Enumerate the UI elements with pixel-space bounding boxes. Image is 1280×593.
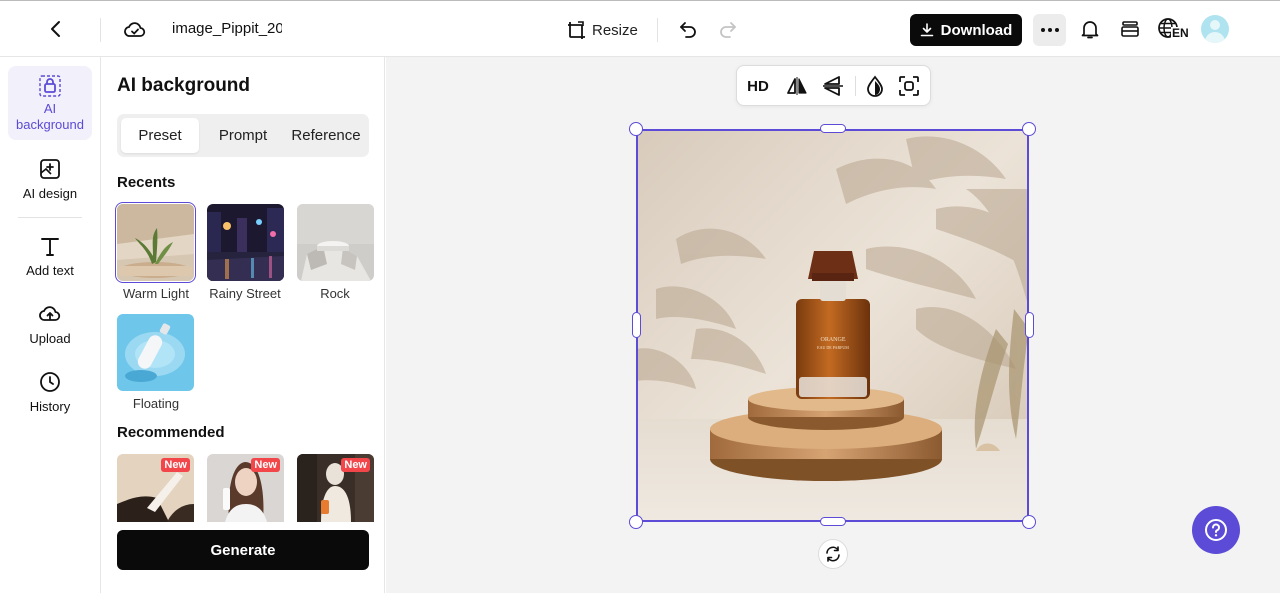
preset-label: Rock: [320, 286, 350, 301]
rail-item-upload[interactable]: Upload: [8, 302, 92, 352]
new-badge: New: [341, 458, 370, 472]
download-label: Download: [940, 21, 1013, 39]
rail-item-label: History: [29, 399, 71, 414]
help-question-icon: [1205, 519, 1227, 541]
preset-tabs: Preset Prompt Reference: [117, 114, 369, 157]
recommended-heading: Recommended: [117, 424, 225, 441]
undo-button[interactable]: [676, 17, 700, 41]
avatar-body: [1205, 32, 1225, 43]
rail-item-label: Upload: [29, 331, 71, 346]
rail-divider: [18, 217, 82, 218]
rail-item-ai-design[interactable]: AI design: [8, 157, 92, 207]
flip-vertical-icon: [823, 76, 843, 96]
generate-button[interactable]: Generate: [117, 530, 369, 570]
preset-warm-light[interactable]: [115, 202, 196, 283]
focus-frame-icon: [899, 76, 919, 96]
cloud-upload-icon: [39, 306, 61, 321]
ai-design-icon: [40, 159, 60, 179]
divider: [100, 18, 101, 42]
chevron-left-icon: [51, 21, 60, 37]
more-horizontal-icon: [1040, 28, 1059, 32]
resize-handle-bottom[interactable]: [820, 517, 846, 526]
rainy-street-thumbnail: [207, 204, 284, 281]
preset-label: Warm Light: [123, 286, 189, 301]
help-button[interactable]: [1192, 506, 1240, 554]
language-code: EN: [1171, 26, 1190, 40]
file-name[interactable]: image_Pippit_20: [172, 20, 282, 37]
avatar-head: [1210, 20, 1220, 30]
tab-preset[interactable]: Preset: [121, 118, 199, 153]
top-bar: image_Pippit_20 Resize Download EN: [0, 0, 1280, 57]
flip-vertical-button[interactable]: [821, 74, 845, 98]
ai-background-icon: [39, 75, 61, 97]
text-icon: [41, 238, 59, 256]
resize-handle-left[interactable]: [632, 312, 641, 338]
resize-label: Resize: [592, 21, 638, 39]
preset-floating[interactable]: [117, 314, 194, 391]
floating-thumbnail: [117, 314, 194, 391]
droplet-icon: [867, 75, 883, 97]
crop-focus-button[interactable]: [897, 74, 921, 98]
language-button[interactable]: EN: [1157, 16, 1190, 44]
notifications-button[interactable]: [1078, 17, 1102, 41]
tab-reference[interactable]: Reference: [285, 118, 367, 153]
avatar[interactable]: [1201, 15, 1229, 43]
tab-prompt[interactable]: Prompt: [203, 118, 283, 153]
rail-item-add-text[interactable]: Add text: [8, 234, 92, 284]
rail-item-label: AI design: [22, 186, 78, 201]
cloud-check-icon: [124, 22, 146, 37]
panel-title: AI background: [117, 75, 251, 96]
resize-handle-top-right[interactable]: [1022, 122, 1036, 136]
selection-box: [636, 129, 1029, 522]
rail-item-history[interactable]: History: [8, 370, 92, 420]
rock-thumbnail: [297, 204, 374, 281]
recommended-item[interactable]: New: [117, 454, 194, 522]
redo-button[interactable]: [716, 17, 740, 41]
recommended-item[interactable]: New: [297, 454, 374, 522]
download-button[interactable]: Download: [910, 14, 1022, 46]
flip-horizontal-icon: [787, 77, 807, 95]
left-rail: AI background AI design Add text Upload …: [0, 57, 101, 593]
ai-background-panel: AI background Preset Prompt Reference Re…: [101, 57, 385, 593]
preset-label: Floating: [132, 396, 180, 411]
new-badge: New: [251, 458, 280, 472]
preset-label: Rainy Street: [209, 286, 281, 301]
recents-heading: Recents: [117, 174, 176, 191]
image-toolbar: HD: [736, 65, 931, 106]
rotate-button[interactable]: [818, 539, 848, 569]
divider: [657, 18, 658, 42]
rotate-icon: [826, 546, 840, 562]
resize-icon: [568, 21, 585, 39]
subscription-button[interactable]: [1118, 17, 1142, 41]
undo-icon: [680, 22, 696, 38]
new-badge: New: [161, 458, 190, 472]
opacity-button[interactable]: [863, 74, 887, 98]
resize-handle-top-left[interactable]: [629, 122, 643, 136]
flip-horizontal-button[interactable]: [785, 74, 809, 98]
redo-icon: [720, 22, 736, 38]
resize-handle-bottom-left[interactable]: [629, 515, 643, 529]
preset-rock[interactable]: [297, 204, 374, 281]
preset-rainy-street[interactable]: [207, 204, 284, 281]
rail-item-label: Add text: [26, 263, 74, 278]
back-button[interactable]: [44, 17, 68, 41]
download-icon: [920, 23, 933, 37]
resize-handle-right[interactable]: [1025, 312, 1034, 338]
rail-item-label: AI background: [16, 101, 84, 132]
warm-light-thumbnail: [117, 204, 194, 281]
layers-stack-icon: [1121, 21, 1139, 37]
resize-handle-bottom-right[interactable]: [1022, 515, 1036, 529]
cloud-save-button[interactable]: [122, 17, 148, 43]
rail-item-ai-background[interactable]: AI background: [8, 66, 92, 140]
toolbar-divider: [855, 76, 856, 96]
more-options-button[interactable]: [1033, 14, 1066, 46]
hd-button[interactable]: HD: [745, 74, 771, 98]
resize-handle-top[interactable]: [820, 124, 846, 133]
resize-button[interactable]: Resize: [566, 18, 638, 42]
recommended-item[interactable]: New: [207, 454, 284, 522]
clock-icon: [40, 372, 60, 392]
bell-icon: [1081, 21, 1099, 39]
